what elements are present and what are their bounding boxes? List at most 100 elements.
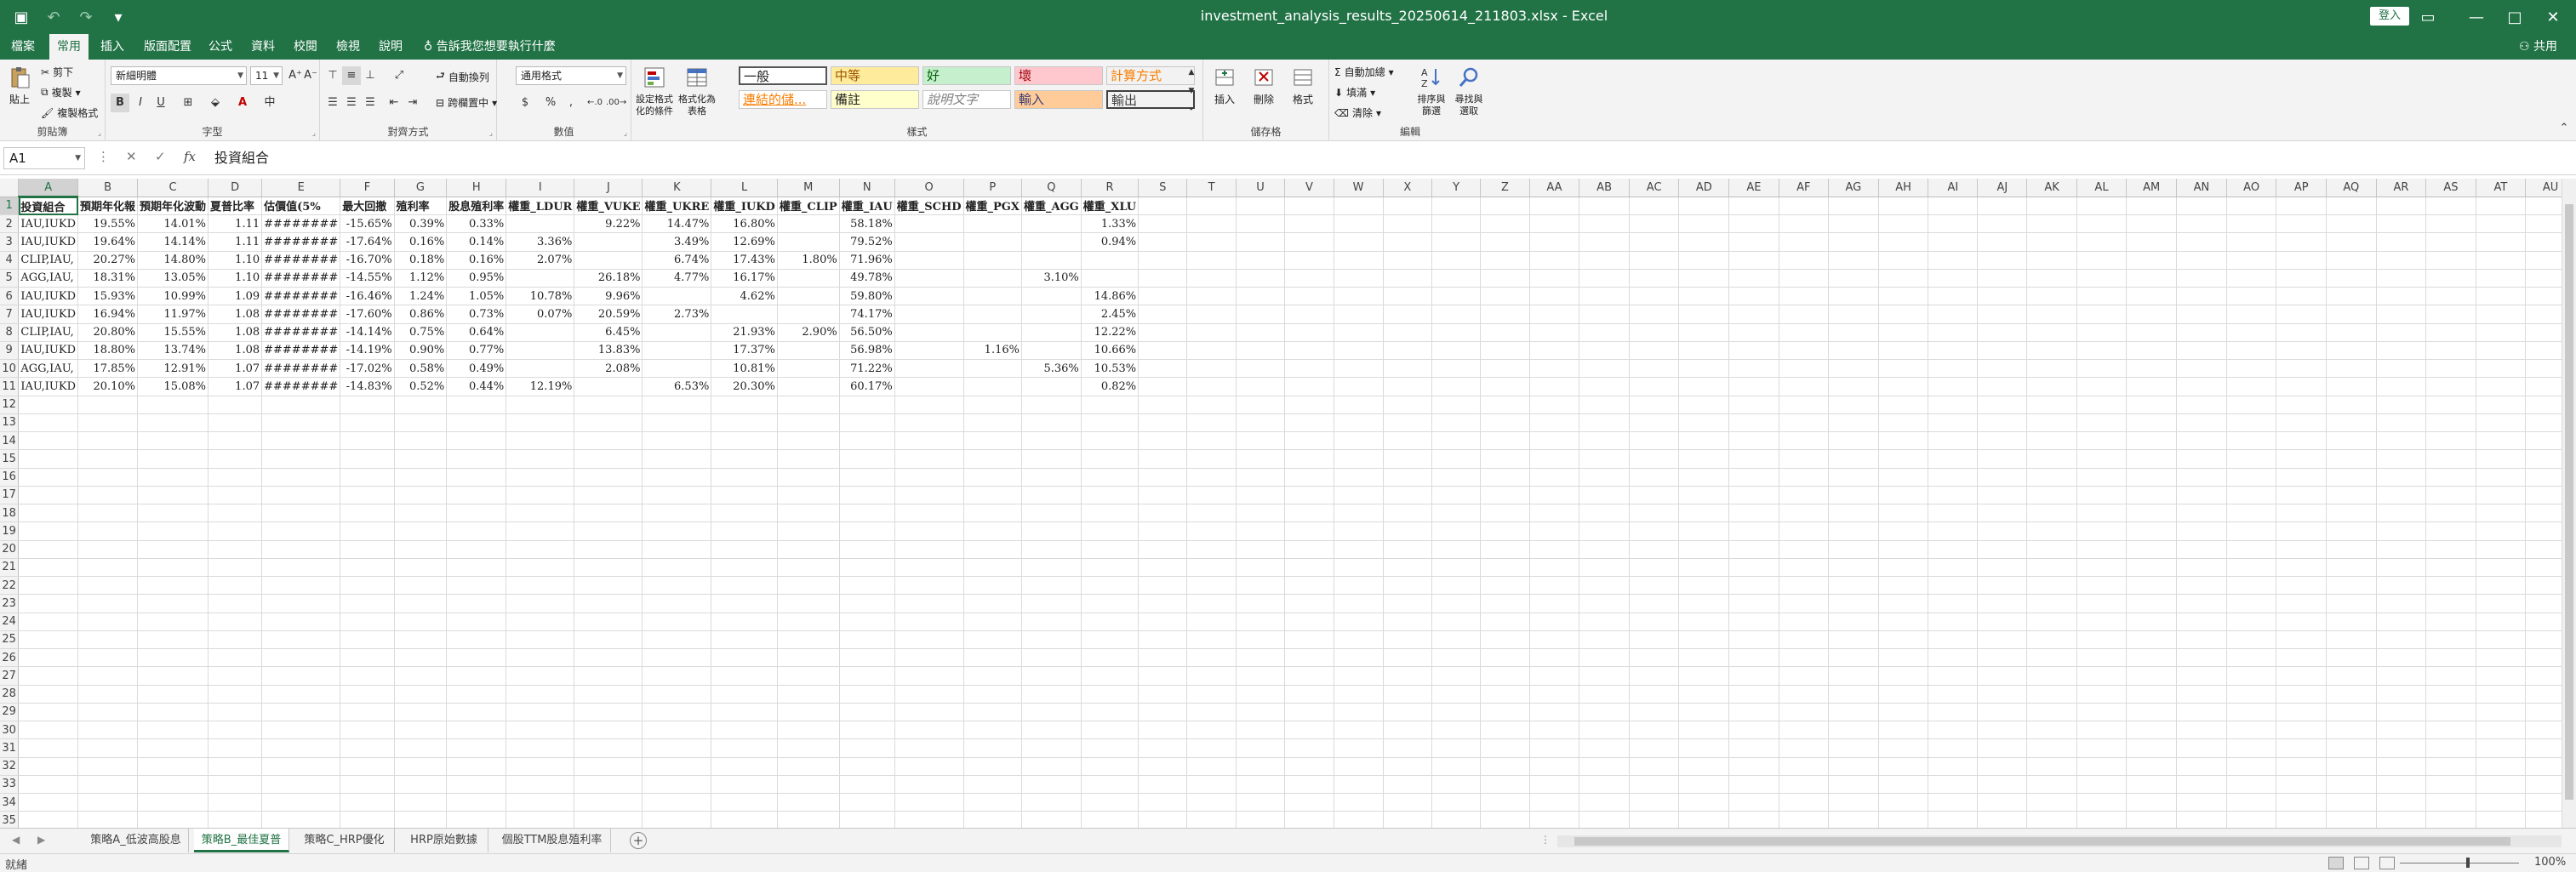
- number-format-dropdown[interactable]: 通用格式 ▼: [516, 66, 626, 85]
- cell[interactable]: [1431, 449, 1482, 469]
- ribbon-display-options-icon[interactable]: ▭: [2411, 5, 2445, 29]
- increase-font-icon[interactable]: A⁺: [286, 66, 305, 85]
- cell[interactable]: [208, 431, 263, 451]
- cell[interactable]: [505, 341, 575, 361]
- cell[interactable]: [2326, 666, 2377, 686]
- cell[interactable]: [77, 757, 139, 776]
- cell[interactable]: 預期年化波動: [137, 197, 209, 216]
- cell[interactable]: [777, 757, 840, 776]
- cell[interactable]: [1021, 793, 1082, 812]
- cell[interactable]: [1878, 811, 1929, 828]
- cell[interactable]: [574, 685, 643, 704]
- cell[interactable]: [1629, 666, 1680, 686]
- cell[interactable]: [1480, 594, 1530, 613]
- cell[interactable]: 26.18%: [574, 269, 643, 288]
- cell[interactable]: 3.36%: [505, 232, 575, 252]
- cell[interactable]: [77, 540, 139, 559]
- cell[interactable]: [1138, 648, 1188, 668]
- cell[interactable]: [2476, 449, 2527, 469]
- cell[interactable]: [1334, 468, 1384, 487]
- cell[interactable]: [1977, 757, 2028, 776]
- cell[interactable]: [1236, 648, 1286, 668]
- align-middle-icon[interactable]: ≡: [342, 66, 361, 85]
- cell[interactable]: 17.43%: [711, 251, 778, 270]
- cell[interactable]: [1081, 703, 1139, 722]
- cell[interactable]: [777, 396, 840, 414]
- cell[interactable]: [1081, 251, 1139, 270]
- cell[interactable]: [2326, 703, 2377, 722]
- cell[interactable]: [839, 486, 895, 505]
- cell[interactable]: 20.59%: [574, 305, 643, 324]
- zoom-level[interactable]: 100%: [2534, 856, 2566, 869]
- cell[interactable]: IAU,IUKD: [18, 377, 79, 396]
- cell[interactable]: [1480, 305, 1530, 324]
- cell[interactable]: [2026, 269, 2077, 288]
- cell[interactable]: [2476, 738, 2527, 758]
- cell[interactable]: [1284, 594, 1334, 613]
- cell[interactable]: [1081, 793, 1139, 812]
- cell[interactable]: [394, 703, 448, 722]
- cell[interactable]: [1480, 613, 1530, 631]
- cell[interactable]: [2476, 630, 2527, 650]
- column-header[interactable]: AC: [1629, 179, 1680, 197]
- cell[interactable]: [1728, 558, 1779, 578]
- cell[interactable]: [1236, 449, 1286, 469]
- cell[interactable]: [1186, 793, 1237, 812]
- cell[interactable]: [340, 703, 395, 722]
- cell[interactable]: [1334, 396, 1384, 414]
- cell[interactable]: [2476, 504, 2527, 523]
- cell[interactable]: [2476, 323, 2527, 342]
- cell[interactable]: [2425, 468, 2476, 487]
- cell[interactable]: [1236, 793, 1286, 812]
- cell[interactable]: [340, 413, 395, 433]
- cell[interactable]: [2226, 666, 2277, 686]
- cell[interactable]: [77, 521, 139, 541]
- cell[interactable]: [2276, 341, 2327, 361]
- cell[interactable]: [1728, 540, 1779, 559]
- cell[interactable]: [1579, 613, 1630, 631]
- cell[interactable]: [77, 793, 139, 812]
- cell[interactable]: [1236, 685, 1286, 704]
- cell[interactable]: [340, 594, 395, 613]
- next-sheet-icon[interactable]: ▶: [37, 834, 45, 846]
- cell[interactable]: [2226, 214, 2277, 234]
- cell[interactable]: 0.95%: [446, 269, 507, 288]
- cell[interactable]: [642, 558, 712, 578]
- cell[interactable]: [1928, 630, 1979, 650]
- cell[interactable]: [1779, 251, 1830, 270]
- cell[interactable]: [2376, 287, 2427, 306]
- cell[interactable]: [1236, 269, 1286, 288]
- cell[interactable]: [1629, 377, 1680, 396]
- cell[interactable]: [1138, 377, 1188, 396]
- cell[interactable]: [505, 613, 575, 631]
- cell[interactable]: [2476, 468, 2527, 487]
- cell[interactable]: [2026, 558, 2077, 578]
- cell[interactable]: [394, 504, 448, 523]
- cell[interactable]: [2176, 431, 2227, 451]
- cell[interactable]: [1728, 576, 1779, 596]
- cell[interactable]: [2076, 738, 2128, 758]
- cell[interactable]: [839, 685, 895, 704]
- cell[interactable]: 74.17%: [839, 305, 895, 324]
- cell[interactable]: [1828, 251, 1879, 270]
- cell[interactable]: [711, 540, 778, 559]
- cell[interactable]: [642, 811, 712, 828]
- cell[interactable]: [1021, 666, 1082, 686]
- cell[interactable]: [18, 558, 79, 578]
- cell[interactable]: [2476, 721, 2527, 740]
- cell[interactable]: [2126, 504, 2178, 523]
- cell[interactable]: [2026, 359, 2077, 379]
- cell[interactable]: [1284, 413, 1334, 433]
- column-header[interactable]: V: [1284, 179, 1334, 197]
- cell[interactable]: [1878, 251, 1929, 270]
- cell[interactable]: [1928, 341, 1979, 361]
- cell[interactable]: [642, 341, 712, 361]
- cell[interactable]: -17.64%: [340, 232, 395, 252]
- cell[interactable]: [894, 486, 964, 505]
- cell[interactable]: [1878, 721, 1929, 740]
- cell[interactable]: [77, 486, 139, 505]
- cell[interactable]: [18, 504, 79, 523]
- cell[interactable]: [505, 630, 575, 650]
- cell[interactable]: [777, 576, 840, 596]
- cell[interactable]: [2076, 396, 2128, 414]
